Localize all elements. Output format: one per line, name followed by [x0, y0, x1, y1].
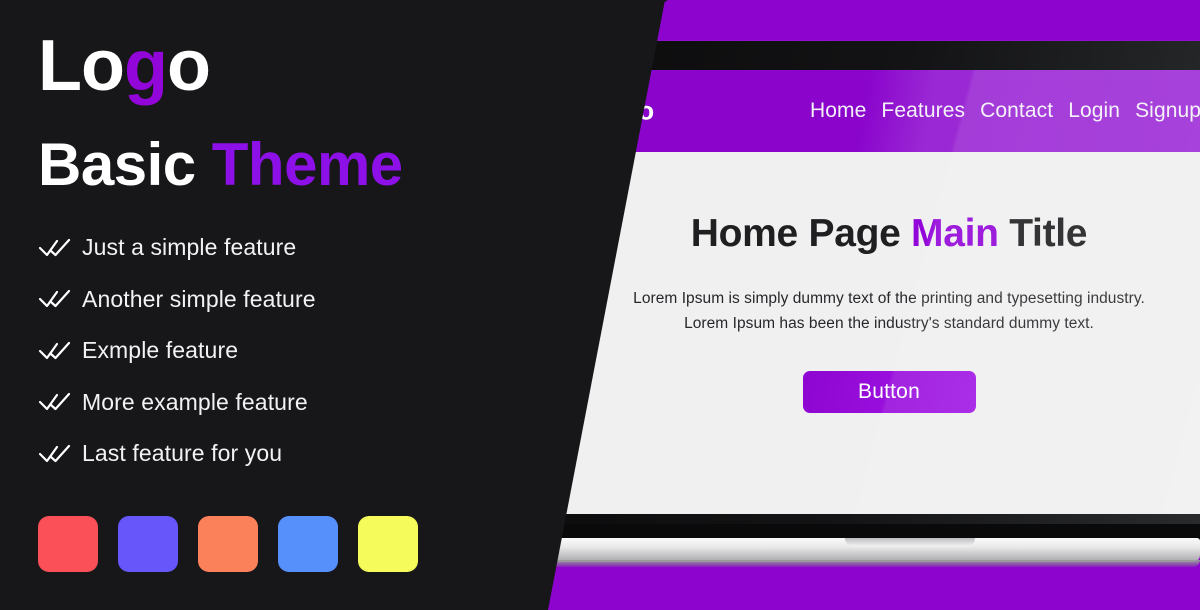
double-check-icon	[38, 444, 71, 462]
page-paragraph: Lorem Ipsum is simply dummy text of the …	[555, 286, 1200, 336]
list-item: Exmple feature	[38, 325, 316, 377]
double-check-icon	[38, 341, 71, 359]
double-check-icon	[38, 393, 71, 411]
list-item: Last feature for you	[38, 428, 316, 480]
hero-subtitle-accent: Theme	[211, 131, 403, 198]
swatch-orange[interactable]	[198, 516, 258, 572]
hero-logo-part1: Lo	[38, 26, 125, 106]
nav-link-home[interactable]: Home	[810, 99, 866, 123]
list-item: More example feature	[38, 377, 316, 429]
feature-label: Exmple feature	[82, 337, 239, 364]
paragraph-line-1: Lorem Ipsum is simply dummy text of the …	[633, 290, 1145, 307]
nav-link-features[interactable]: Features	[881, 99, 965, 123]
swatch-blue[interactable]	[278, 516, 338, 572]
nav-link-signup[interactable]: Signup	[1135, 99, 1200, 123]
swatch-indigo[interactable]	[118, 516, 178, 572]
feature-label: Just a simple feature	[82, 234, 297, 261]
feature-label: Last feature for you	[82, 440, 283, 467]
hero-subtitle: Basic Theme	[38, 135, 403, 195]
list-item: Just a simple feature	[38, 222, 316, 274]
page-title-part1: Home Page	[690, 212, 912, 255]
swatch-red[interactable]	[38, 516, 98, 572]
double-check-icon	[38, 290, 71, 308]
color-swatch-row	[38, 516, 418, 572]
hero-logo-title: Logo	[38, 30, 211, 102]
double-check-icon	[38, 238, 71, 256]
feature-label: More example feature	[82, 388, 308, 415]
cta-button[interactable]: Button	[802, 371, 976, 414]
page-title-part2: Title	[998, 212, 1088, 255]
nav-link-login[interactable]: Login	[1068, 99, 1120, 123]
hero-logo-part2: o	[166, 26, 211, 106]
site-navbar: Logo Home Features Contact Login Signup	[555, 70, 1200, 152]
page-title: Home Page Main Title	[555, 212, 1200, 256]
hero-logo-accent: g	[123, 26, 168, 106]
hero-subtitle-plain: Basic	[38, 131, 212, 198]
page-content: Home Page Main Title Lorem Ipsum is simp…	[555, 152, 1200, 414]
feature-label: Another simple feature	[82, 285, 316, 312]
page-title-accent: Main	[911, 212, 999, 255]
navbar-links: Home Features Contact Login Signup	[810, 99, 1200, 123]
list-item: Another simple feature	[38, 274, 316, 326]
paragraph-line-2: Lorem Ipsum has been the industry's stan…	[684, 315, 1094, 333]
feature-list: Just a simple feature Another simple fea…	[38, 222, 316, 480]
nav-link-contact[interactable]: Contact	[980, 99, 1053, 123]
swatch-yellow[interactable]	[358, 516, 418, 572]
promo-banner: Logo Home Features Contact Login Signup …	[0, 0, 1200, 610]
laptop-base-notch	[845, 538, 975, 547]
laptop-screen: Logo Home Features Contact Login Signup …	[555, 70, 1200, 514]
